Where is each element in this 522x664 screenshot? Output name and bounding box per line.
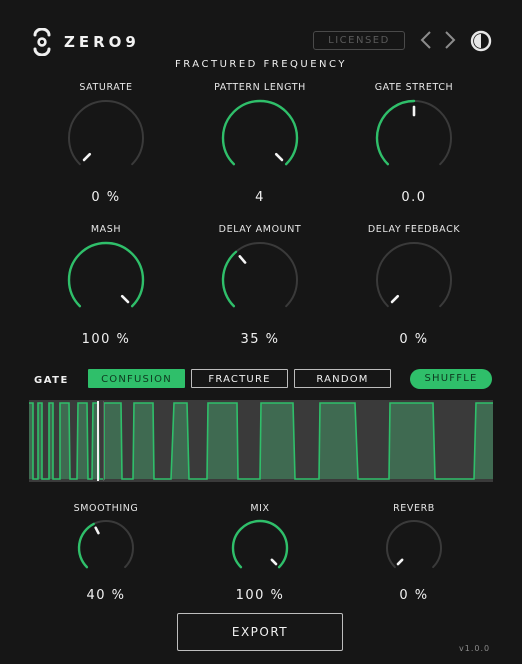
chevron-right-icon[interactable] (442, 29, 458, 51)
gate-pattern-display[interactable] (29, 400, 493, 482)
delay-feedback-value: 0 % (399, 332, 429, 347)
delay-amount-knob-fill (221, 250, 238, 308)
saturate-knob-track (68, 100, 144, 166)
gate-label: GATE (34, 375, 69, 386)
reverb-knob-dial[interactable] (384, 518, 444, 578)
page-subtitle: FRACTURED FREQUENCY (175, 59, 347, 70)
smoothing-value: 40 % (86, 588, 126, 603)
delay-amount-value: 35 % (240, 332, 280, 347)
mash-knob-dial[interactable] (66, 240, 146, 320)
mix-knob-fill (231, 519, 289, 569)
smoothing-knob-dial[interactable] (76, 518, 136, 578)
delay-feedback-knob-pointer (390, 294, 400, 304)
gate-stretch-label: GATE STRETCH (374, 82, 454, 93)
saturate-value: 0 % (91, 190, 121, 205)
pattern-length-value: 4 (255, 190, 265, 205)
delay-feedback-knob-track (376, 242, 452, 308)
saturate-label: SATURATE (79, 82, 133, 93)
contrast-toggle-icon[interactable] (470, 30, 492, 52)
saturate-knob-pointer (82, 152, 92, 162)
license-badge[interactable]: LICENSED (313, 31, 405, 50)
gate-waveform (29, 401, 493, 481)
mix-label: MIX (250, 503, 270, 514)
mix-knob-pointer (270, 558, 278, 566)
delay-amount-label: DELAY AMOUNT (218, 224, 302, 235)
gate-stretch-knob-dial[interactable] (374, 98, 454, 178)
pattern-length-knob-dial[interactable] (220, 98, 300, 178)
mash-label: MASH (90, 224, 122, 235)
version-label: v1.0.0 (459, 644, 491, 653)
export-button[interactable]: EXPORT (177, 613, 343, 651)
mash-value: 100 % (81, 332, 131, 347)
gate-stretch-knob-fill (375, 99, 416, 166)
mash-knob-fill (67, 241, 145, 308)
zero9-logo-icon (33, 28, 51, 56)
pattern-length-knob-pointer (274, 152, 284, 162)
pattern-length-knob-fill (221, 99, 299, 166)
brand-name: ZERO9 (64, 33, 140, 51)
saturate-knob-dial[interactable] (66, 98, 146, 178)
gate-stretch-value: 0.0 (401, 190, 427, 205)
pattern-length-label: PATTERN LENGTH (214, 82, 306, 93)
delay-feedback-label: DELAY FEEDBACK (367, 224, 461, 235)
mix-value: 100 % (235, 588, 285, 603)
delay-amount-knob-pointer (238, 255, 247, 264)
mix-knob-dial[interactable] (230, 518, 290, 578)
mode-random-button[interactable]: RANDOM (294, 369, 391, 388)
mode-fracture-button[interactable]: FRACTURE (191, 369, 288, 388)
shuffle-button[interactable]: SHUFFLE (410, 369, 492, 389)
smoothing-label: SMOOTHING (73, 503, 139, 514)
mode-confusion-button[interactable]: CONFUSION (88, 369, 185, 388)
reverb-knob-pointer (396, 558, 404, 566)
delay-amount-knob-dial[interactable] (220, 240, 300, 320)
mash-knob-pointer (120, 294, 130, 304)
reverb-value: 0 % (399, 588, 429, 603)
chevron-left-icon[interactable] (418, 29, 434, 51)
delay-feedback-knob-dial[interactable] (374, 240, 454, 320)
reverb-knob-track (386, 519, 442, 569)
reverb-label: REVERB (393, 503, 435, 514)
smoothing-knob-pointer (94, 526, 100, 535)
smoothing-knob-fill (77, 522, 95, 569)
